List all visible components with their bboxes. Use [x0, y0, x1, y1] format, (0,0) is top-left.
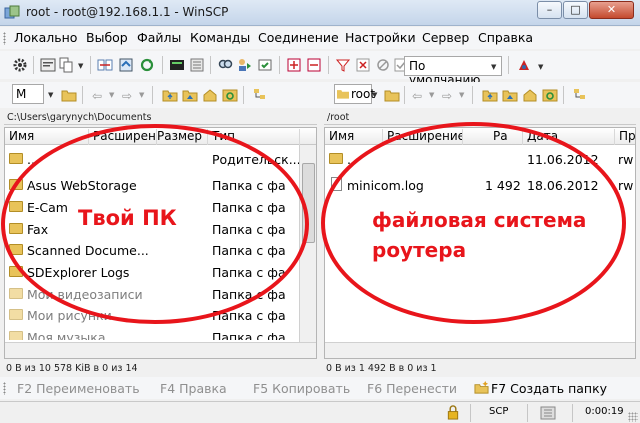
- left-horizontal-scrollbar[interactable]: [5, 342, 316, 358]
- compare-dirs-icon[interactable]: [97, 57, 113, 73]
- session-time: 0:00:19: [585, 406, 624, 417]
- parent-dir-icon[interactable]: [482, 87, 498, 103]
- back-arrow-icon[interactable]: ⇦: [92, 89, 102, 103]
- transfer-settings-combo[interactable]: По умолчанию: [404, 56, 502, 87]
- right-status: 0 B из 1 492 B в 0 из 1: [326, 363, 437, 374]
- chevron-down-icon[interactable]: ▼: [48, 91, 53, 99]
- forward-arrow-icon[interactable]: ⇨: [122, 89, 132, 103]
- chevron-down-icon[interactable]: ▼: [459, 91, 464, 99]
- chevron-down-icon[interactable]: ▼: [491, 63, 496, 71]
- chevron-down-icon[interactable]: ▼: [139, 91, 144, 99]
- chevron-down-icon[interactable]: ▼: [78, 62, 83, 70]
- panel-nav-toolbar: M ▼ ⇦ ▼ ⇨ ▼ root ▼ ⇦ ▼ ⇨ ▼: [0, 82, 640, 108]
- gear-icon[interactable]: [12, 57, 28, 73]
- new-session-icon[interactable]: [286, 57, 302, 73]
- left-drive-combo[interactable]: M: [12, 84, 44, 104]
- copy-files-icon[interactable]: [58, 57, 74, 73]
- annotation-router-fs-line2: роутера: [372, 238, 467, 262]
- parent-folder-icon: [329, 153, 343, 164]
- root-dir-icon[interactable]: [502, 87, 518, 103]
- menu-options[interactable]: Настройки: [345, 30, 416, 45]
- column-rights[interactable]: Пр: [615, 129, 635, 145]
- create-folder-button[interactable]: F7 Создать папку: [491, 381, 607, 396]
- compression-icon: [540, 406, 556, 420]
- maximize-button[interactable]: □: [563, 1, 588, 19]
- queue-icon[interactable]: [189, 57, 205, 73]
- find-files-icon[interactable]: [217, 57, 233, 73]
- prohibited-icon[interactable]: [375, 57, 391, 73]
- toolbar-grip-icon: [3, 382, 6, 395]
- cancel-transfer-icon[interactable]: [355, 57, 371, 73]
- tree-view-icon[interactable]: [252, 87, 268, 103]
- root-dir-icon[interactable]: [182, 87, 198, 103]
- protocol-label: SCP: [489, 406, 509, 417]
- close-button[interactable]: ✕: [589, 1, 634, 19]
- table-row[interactable]: Моя музыка Папка с фа: [5, 326, 316, 340]
- folder-icon: [337, 90, 349, 99]
- folder-icon: [9, 288, 23, 299]
- copy-button[interactable]: F5 Копировать: [253, 381, 350, 396]
- chevron-down-icon[interactable]: ▼: [429, 91, 434, 99]
- column-name[interactable]: Имя: [325, 129, 383, 145]
- folder-icon: [9, 309, 23, 320]
- forward-arrow-icon[interactable]: ⇨: [442, 89, 452, 103]
- annotation-router-fs-line1: файловая система: [372, 208, 587, 232]
- menu-local[interactable]: Локально: [14, 30, 77, 45]
- main-toolbar: ▼ По умолчанию ▼ ▼: [0, 51, 640, 87]
- menu-help[interactable]: Справка: [478, 30, 533, 45]
- annotation-your-pc: Твой ПК: [78, 206, 177, 230]
- title-bar: root - root@192.168.1.1 - WinSCP – □ ✕: [0, 0, 640, 26]
- menu-files[interactable]: Файлы: [137, 30, 181, 45]
- remove-session-icon[interactable]: [306, 57, 322, 73]
- right-dir-combo[interactable]: root: [334, 84, 375, 104]
- left-status: 0 B из 10 578 KiB в 0 из 14: [6, 363, 138, 374]
- parent-folder-icon: [9, 153, 23, 164]
- chevron-down-icon[interactable]: ▼: [538, 63, 543, 71]
- menu-session[interactable]: Соединение: [258, 30, 339, 45]
- menu-bar: Локально Выбор Файлы Команды Соединение …: [0, 27, 640, 49]
- menu-server[interactable]: Сервер: [422, 30, 469, 45]
- left-path-bar: C:\Users\garynych\Documents: [4, 111, 317, 125]
- function-key-bar: F2 Переименовать F4 Правка F5 Копировать…: [0, 377, 640, 399]
- user-transfer-icon[interactable]: [237, 57, 253, 73]
- home-dir-icon[interactable]: [522, 87, 538, 103]
- open-folder-icon[interactable]: [61, 87, 77, 103]
- folder-icon: [9, 331, 23, 340]
- chevron-down-icon[interactable]: ▼: [109, 91, 114, 99]
- menu-commands[interactable]: Команды: [190, 30, 250, 45]
- window-title: root - root@192.168.1.1 - WinSCP: [26, 5, 229, 19]
- refresh-icon[interactable]: [542, 87, 558, 103]
- left-drive-value: M: [16, 87, 27, 101]
- filter-icon[interactable]: [335, 57, 351, 73]
- tree-view-icon[interactable]: [572, 87, 588, 103]
- parent-dir-icon[interactable]: [162, 87, 178, 103]
- home-dir-icon[interactable]: [202, 87, 218, 103]
- rename-button[interactable]: F2 Переименовать: [17, 381, 140, 396]
- status-bar: SCP 0:00:19: [0, 401, 640, 423]
- transfer-preset-icon[interactable]: [516, 57, 532, 73]
- putty-icon[interactable]: [169, 57, 185, 73]
- refresh-icon[interactable]: [222, 87, 238, 103]
- open-folder-icon[interactable]: [384, 87, 400, 103]
- menu-select[interactable]: Выбор: [86, 30, 128, 45]
- minimize-button[interactable]: –: [537, 1, 562, 19]
- back-arrow-icon[interactable]: ⇦: [412, 89, 422, 103]
- console-icon[interactable]: [40, 57, 56, 73]
- new-folder-icon: [474, 380, 489, 394]
- right-horizontal-scrollbar[interactable]: [325, 342, 635, 358]
- menu-grip-icon: [3, 32, 6, 45]
- winscp-app-icon: [4, 5, 20, 19]
- chevron-down-icon[interactable]: ▼: [372, 91, 377, 99]
- resize-grip-icon[interactable]: [628, 412, 638, 422]
- sync-icon[interactable]: [118, 57, 134, 73]
- keep-uptodate-icon[interactable]: [257, 57, 273, 73]
- edit-button[interactable]: F4 Правка: [160, 381, 227, 396]
- refresh-sync-icon[interactable]: [139, 57, 155, 73]
- move-button[interactable]: F6 Перенести: [367, 381, 457, 396]
- lock-icon: [447, 405, 459, 420]
